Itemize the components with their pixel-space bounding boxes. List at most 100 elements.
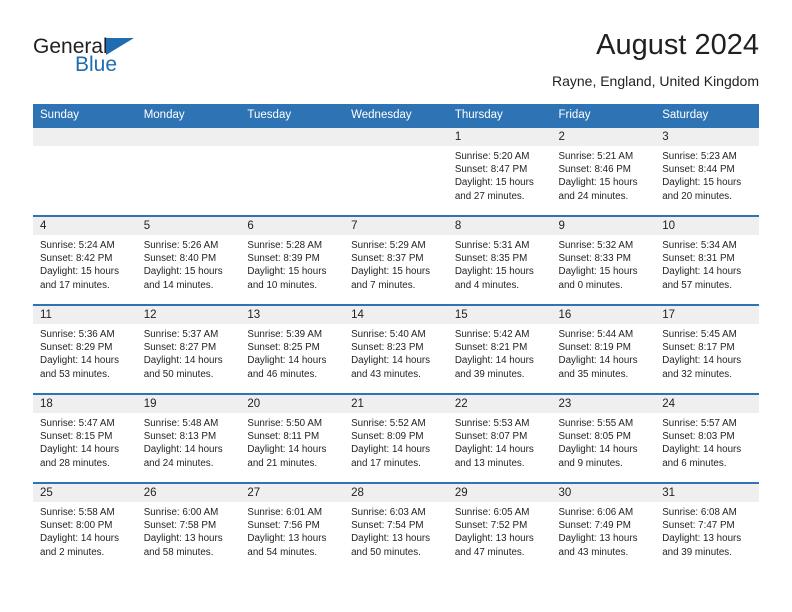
day-number [240, 128, 345, 146]
weekday-header: Sunday Monday Tuesday Wednesday Thursday Frid… [33, 104, 759, 127]
weekday-header-saturday: Saturday [655, 104, 759, 127]
calendar-day-cell[interactable]: 3 Sunrise: 5:23 AM Sunset: 8:44 PM Daylight… [655, 126, 759, 216]
day-details: Sunrise: 5:37 AM Sunset: 8:27 PM Daylight:… [137, 324, 241, 381]
sunrise-time: Sunrise: 5:32 AM [558, 240, 634, 251]
sunrise-time: Sunrise: 6:03 AM [351, 507, 426, 518]
day-number: 28 [344, 484, 448, 502]
calendar-day-cell[interactable]: 5 Sunrise: 5:26 AM Sunset: 8:40 PM Daylight… [136, 215, 241, 305]
sunrise-time: Sunrise: 5:34 AM [662, 240, 737, 251]
title-block: August 2024 Rayne, England, United Kingd… [552, 28, 759, 90]
calendar-day-cell[interactable]: 27 Sunrise: 6:01 AM Sunset: 7:56 PM Dayligh… [240, 482, 345, 572]
day-number: 29 [447, 484, 552, 502]
daylight-duration-line1: Daylight: 14 hours [351, 355, 431, 367]
sunrise-time: Sunrise: 5:28 AM [247, 240, 323, 251]
daylight-duration-line1: Daylight: 13 hours [662, 533, 742, 545]
day-number: 13 [240, 306, 345, 324]
sunrise-time: Sunrise: 6:00 AM [143, 507, 219, 518]
calendar-day-cell[interactable]: 4 Sunrise: 5:24 AM Sunset: 8:42 PM Daylight… [33, 215, 137, 305]
daylight-duration-line2: and 47 minutes. [454, 546, 525, 558]
calendar-day-cell[interactable]: 17 Sunrise: 5:45 AM Sunset: 8:17 PM Dayligh… [655, 304, 759, 394]
calendar-day-cell[interactable]: 14 Sunrise: 5:40 AM Sunset: 8:23 PM Dayligh… [344, 304, 448, 394]
daylight-duration-line1: Daylight: 15 hours [558, 177, 638, 189]
sunrise-time: Sunrise: 5:55 AM [558, 418, 634, 429]
calendar-day-cell[interactable]: 19 Sunrise: 5:48 AM Sunset: 8:13 PM Dayligh… [136, 393, 241, 483]
calendar-day-cell[interactable]: 22 Sunrise: 5:53 AM Sunset: 8:07 PM Dayligh… [447, 393, 552, 483]
calendar-day-cell[interactable]: 23 Sunrise: 5:55 AM Sunset: 8:05 PM Dayligh… [551, 393, 656, 483]
sunrise-time: Sunrise: 5:39 AM [247, 329, 323, 340]
day-details: Sunrise: 5:40 AM Sunset: 8:23 PM Daylight:… [344, 324, 448, 381]
sunrise-time: Sunrise: 5:23 AM [662, 151, 737, 162]
daylight-duration-line1: Daylight: 14 hours [351, 444, 431, 456]
daylight-duration-line2: and 0 minutes. [558, 279, 623, 291]
calendar-day-cell[interactable]: 9 Sunrise: 5:32 AM Sunset: 8:33 PM Daylight… [551, 215, 656, 305]
daylight-duration-line1: Daylight: 13 hours [143, 533, 223, 545]
sunrise-time: Sunrise: 6:01 AM [247, 507, 323, 518]
day-details: Sunrise: 5:39 AM Sunset: 8:25 PM Daylight:… [240, 324, 344, 381]
calendar-day-cell[interactable]: 29 Sunrise: 6:05 AM Sunset: 7:52 PM Dayligh… [447, 482, 552, 572]
calendar-day-cell[interactable]: 28 Sunrise: 6:03 AM Sunset: 7:54 PM Dayligh… [344, 482, 448, 572]
calendar-day-cell[interactable]: 1 Sunrise: 5:20 AM Sunset: 8:47 PM Daylight… [447, 126, 552, 216]
calendar-day-cell[interactable]: 31 Sunrise: 6:08 AM Sunset: 7:47 PM Dayligh… [655, 482, 759, 572]
calendar-day-cell[interactable]: 16 Sunrise: 5:44 AM Sunset: 8:19 PM Dayligh… [551, 304, 656, 394]
daylight-duration-line1: Daylight: 15 hours [662, 177, 742, 189]
day-details: Sunrise: 5:23 AM Sunset: 8:44 PM Daylight:… [655, 146, 759, 203]
calendar-day-cell[interactable]: 30 Sunrise: 6:06 AM Sunset: 7:49 PM Dayligh… [551, 482, 656, 572]
day-details: Sunrise: 5:34 AM Sunset: 8:31 PM Daylight:… [655, 235, 759, 292]
sunset-time: Sunset: 8:00 PM [40, 520, 113, 532]
sunrise-time: Sunrise: 6:06 AM [558, 507, 634, 518]
daylight-duration-line1: Daylight: 15 hours [247, 266, 327, 278]
daylight-duration-line2: and 4 minutes. [454, 279, 520, 291]
calendar-day-cell[interactable]: 24 Sunrise: 5:57 AM Sunset: 8:03 PM Dayligh… [655, 393, 759, 483]
calendar-day-cell[interactable]: 21 Sunrise: 5:52 AM Sunset: 8:09 PM Dayligh… [344, 393, 448, 483]
sunset-time: Sunset: 8:31 PM [662, 253, 735, 265]
daylight-duration-line2: and 17 minutes. [40, 279, 110, 291]
calendar-week-row: 18 Sunrise: 5:47 AM Sunset: 8:15 PM Dayligh… [33, 393, 759, 483]
day-number: 7 [344, 217, 448, 235]
sunrise-time: Sunrise: 5:29 AM [351, 240, 426, 251]
day-number: 4 [33, 217, 137, 235]
day-details: Sunrise: 5:50 AM Sunset: 8:11 PM Daylight:… [240, 413, 344, 470]
sunset-time: Sunset: 7:58 PM [143, 520, 217, 532]
daylight-duration-line1: Daylight: 14 hours [247, 444, 327, 456]
day-number: 15 [447, 306, 552, 324]
sunset-time: Sunset: 8:46 PM [558, 164, 631, 176]
daylight-duration-line1: Daylight: 13 hours [351, 533, 431, 545]
daylight-duration-line2: and 46 minutes. [247, 368, 318, 380]
day-details: Sunrise: 5:32 AM Sunset: 8:33 PM Daylight:… [552, 235, 656, 292]
sunset-time: Sunset: 8:42 PM [40, 253, 113, 265]
calendar-day-cell[interactable]: 25 Sunrise: 5:58 AM Sunset: 8:00 PM Dayligh… [33, 482, 137, 572]
calendar-day-cell[interactable]: 7 Sunrise: 5:29 AM Sunset: 8:37 PM Daylight… [344, 215, 448, 305]
sunset-time: Sunset: 8:15 PM [40, 431, 113, 443]
day-details: Sunrise: 5:44 AM Sunset: 8:19 PM Daylight:… [552, 324, 656, 381]
daylight-duration-line2: and 54 minutes. [247, 546, 318, 558]
sunrise-time: Sunrise: 5:50 AM [247, 418, 323, 429]
daylight-duration-line1: Daylight: 14 hours [558, 444, 638, 456]
sunset-time: Sunset: 8:19 PM [558, 342, 631, 354]
day-number: 26 [136, 484, 241, 502]
sunrise-time: Sunrise: 5:21 AM [558, 151, 634, 162]
calendar-day-cell-empty [33, 126, 137, 216]
sunset-time: Sunset: 8:13 PM [143, 431, 217, 443]
calendar-day-cell[interactable]: 12 Sunrise: 5:37 AM Sunset: 8:27 PM Dayligh… [136, 304, 241, 394]
calendar-header-row: Sunday Monday Tuesday Wednesday Thursday Frid… [33, 104, 759, 127]
calendar-day-cell[interactable]: 18 Sunrise: 5:47 AM Sunset: 8:15 PM Dayligh… [33, 393, 137, 483]
day-number: 3 [655, 128, 759, 146]
calendar-day-cell-empty [136, 126, 241, 216]
calendar-day-cell[interactable]: 20 Sunrise: 5:50 AM Sunset: 8:11 PM Dayligh… [240, 393, 345, 483]
daylight-duration-line1: Daylight: 14 hours [662, 355, 742, 367]
calendar-day-cell[interactable]: 6 Sunrise: 5:28 AM Sunset: 8:39 PM Daylight… [240, 215, 345, 305]
sunrise-time: Sunrise: 5:53 AM [454, 418, 530, 429]
sunset-time: Sunset: 8:11 PM [247, 431, 320, 443]
sunset-time: Sunset: 8:23 PM [351, 342, 424, 354]
calendar-day-cell[interactable]: 26 Sunrise: 6:00 AM Sunset: 7:58 PM Dayligh… [136, 482, 241, 572]
calendar-day-cell[interactable]: 15 Sunrise: 5:42 AM Sunset: 8:21 PM Dayligh… [447, 304, 552, 394]
calendar-day-cell[interactable]: 2 Sunrise: 5:21 AM Sunset: 8:46 PM Daylight… [551, 126, 656, 216]
calendar-day-cell[interactable]: 13 Sunrise: 5:39 AM Sunset: 8:25 PM Dayligh… [240, 304, 345, 394]
sunset-time: Sunset: 8:03 PM [662, 431, 735, 443]
day-details: Sunrise: 5:52 AM Sunset: 8:09 PM Daylight:… [344, 413, 448, 470]
day-number: 9 [551, 217, 656, 235]
general-blue-logo[interactable]: General Blue [33, 36, 213, 84]
calendar-day-cell[interactable]: 11 Sunrise: 5:36 AM Sunset: 8:29 PM Dayligh… [33, 304, 137, 394]
calendar-day-cell[interactable]: 8 Sunrise: 5:31 AM Sunset: 8:35 PM Daylight… [447, 215, 552, 305]
calendar-day-cell[interactable]: 10 Sunrise: 5:34 AM Sunset: 8:31 PM Dayligh… [655, 215, 759, 305]
